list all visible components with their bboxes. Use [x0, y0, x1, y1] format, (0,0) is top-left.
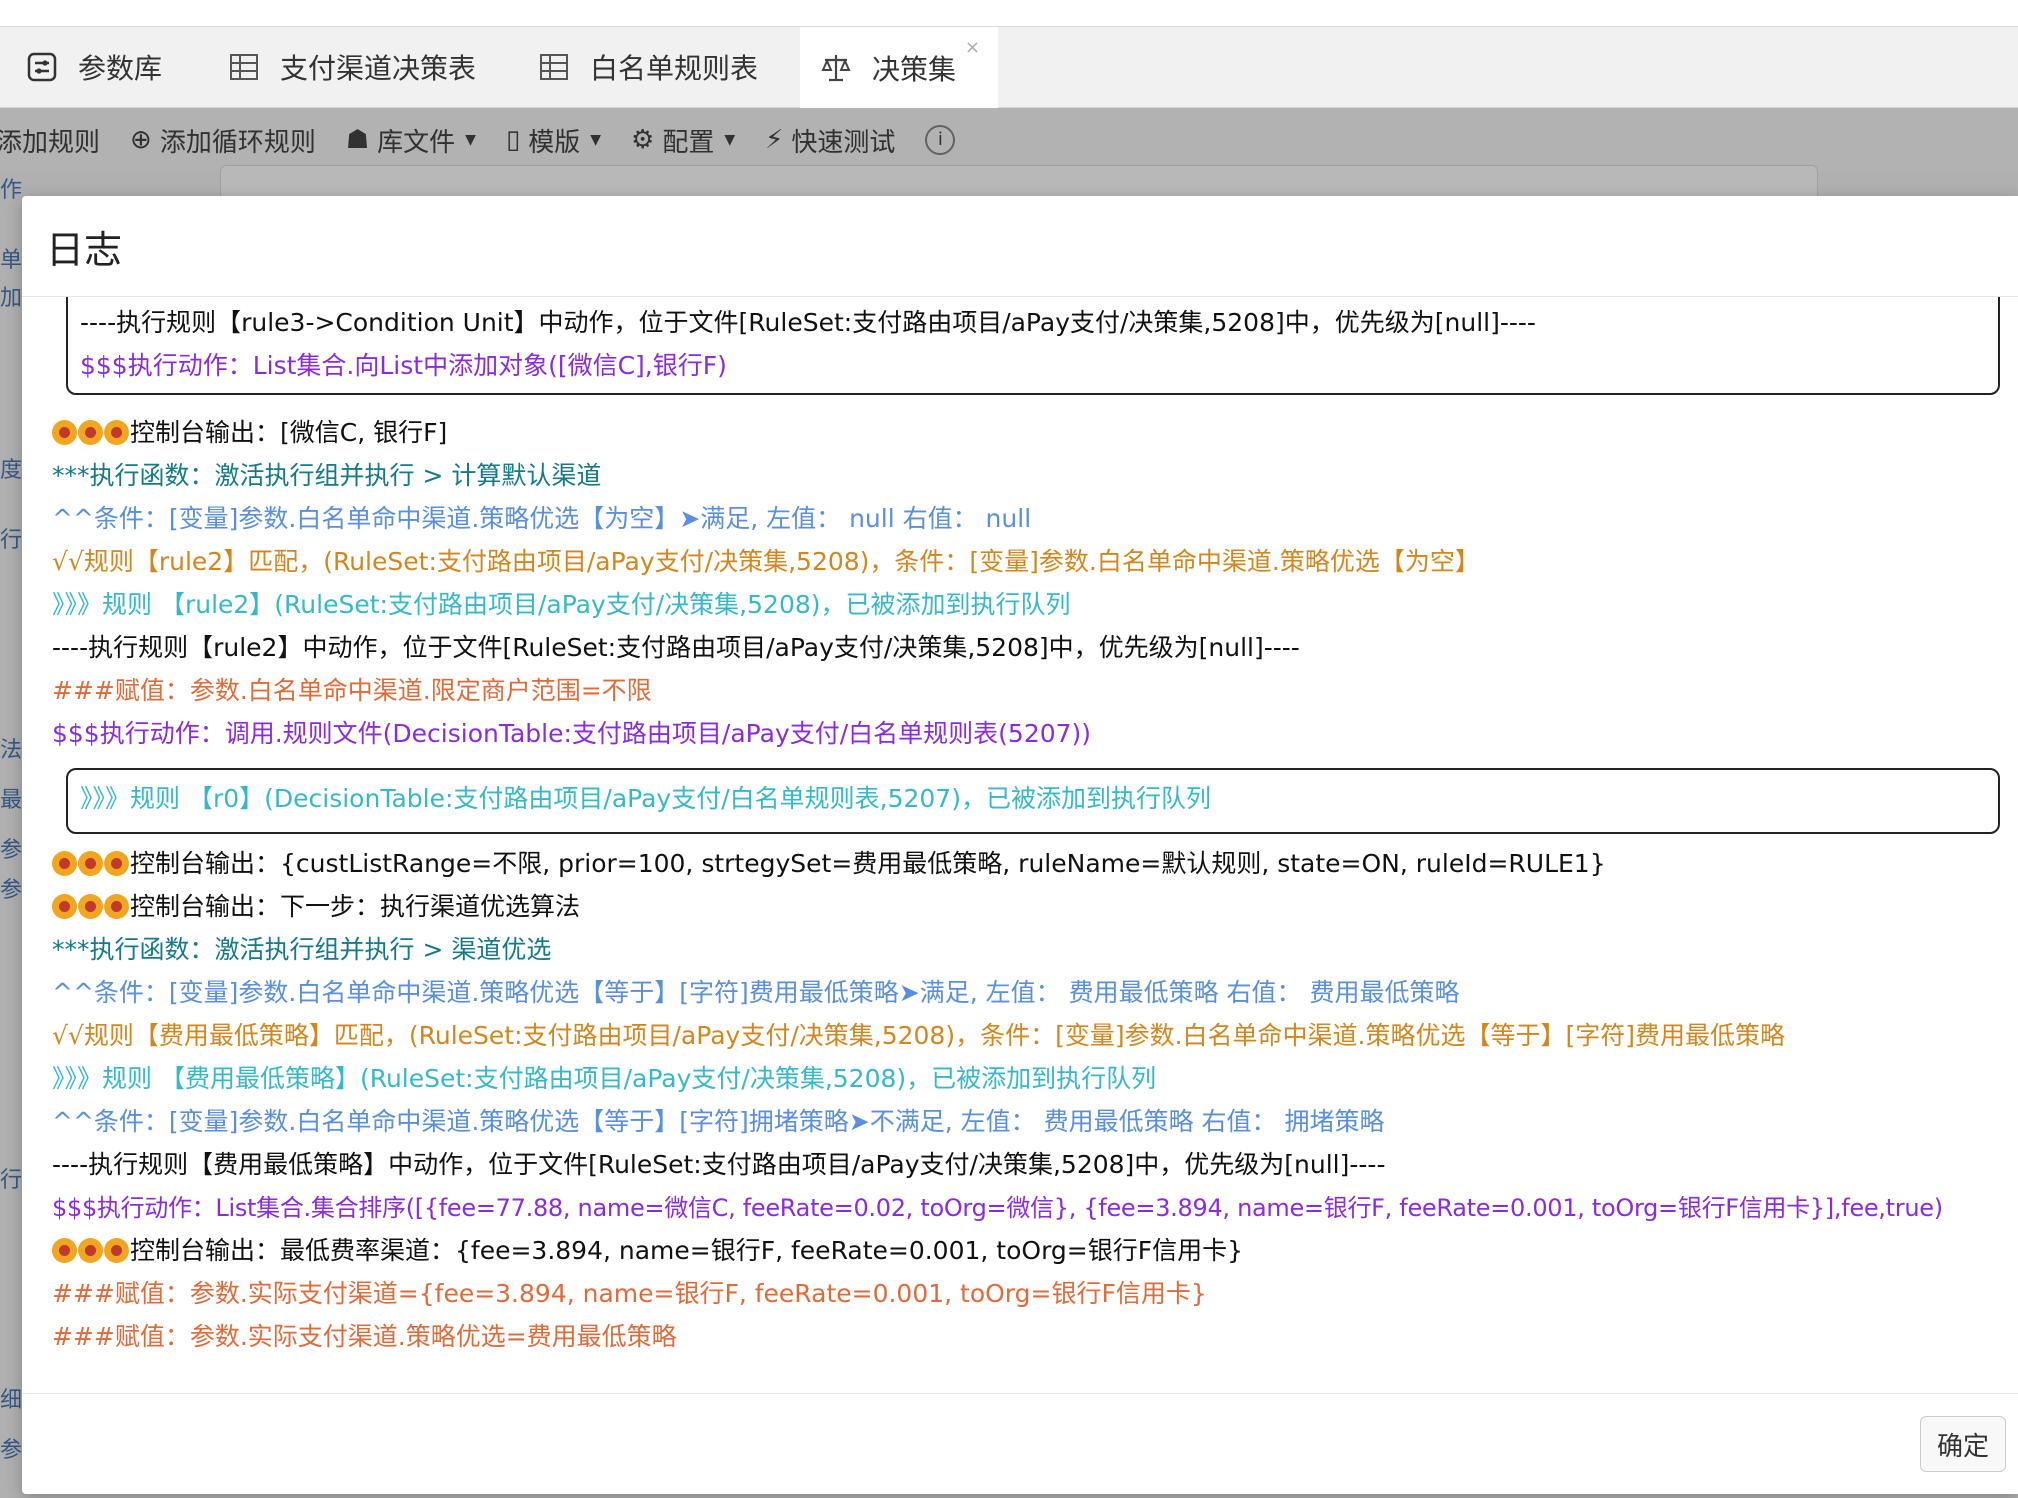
alert-emoji-icon: [78, 894, 103, 919]
alert-emoji-icon: [104, 894, 129, 919]
alert-emoji-icon: [104, 851, 129, 876]
close-icon[interactable]: ×: [965, 37, 980, 58]
scale-icon: [820, 52, 852, 84]
log-line: ^^条件：[变量]参数.白名单命中渠道.策略优选【为空】➤满足, 左值： nul…: [52, 504, 1032, 533]
alert-emoji-icon: [104, 1238, 129, 1263]
log-line: ----执行规则【rule2】中动作，位于文件[RuleSet:支付路由项目/a…: [52, 633, 1300, 662]
table-icon: [228, 51, 260, 83]
ok-button[interactable]: 确定: [1920, 1416, 2006, 1472]
log-body[interactable]: ----执行规则【rule3->Condition Unit】中动作，位于文件[…: [22, 297, 2018, 1393]
dialog-title: 日志: [46, 227, 123, 272]
log-line: ###赋值：参数.白名单命中渠道.限定商户范围=不限: [52, 676, 652, 705]
log-line: √√规则【费用最低策略】匹配，(RuleSet:支付路由项目/aPay支付/决策…: [52, 1021, 1785, 1050]
table-icon: [538, 51, 570, 83]
top-header: [0, 0, 2018, 27]
log-text: 控制台输出：最低费率渠道：{fee=3.894, name=银行F, feeRa…: [130, 1236, 1244, 1265]
tab-payment-decision-table[interactable]: 支付渠道决策表: [228, 27, 488, 107]
log-line: ***执行函数：激活执行组并执行 > 计算默认渠道: [52, 461, 602, 490]
log-line: ###赋值：参数.实际支付渠道.策略优选=费用最低策略: [52, 1322, 677, 1351]
log-line: 》》》规则 【rule2】(RuleSet:支付路由项目/aPay支付/决策集,…: [52, 590, 1071, 619]
log-dialog: 日志 ----执行规则【rule3->Condition Unit】中动作，位于…: [22, 196, 2018, 1494]
alert-emoji-icon: [52, 1238, 77, 1263]
log-line: ----执行规则【rule3->Condition Unit】中动作，位于文件[…: [80, 308, 1536, 337]
log-line: $$$执行动作：List集合.集合排序([{fee=77.88, name=微信…: [52, 1194, 1943, 1222]
tab-decision-set[interactable]: 决策集 ×: [800, 27, 998, 108]
log-text: 控制台输出：下一步：执行渠道优选算法: [130, 892, 581, 921]
alert-emoji-icon: [52, 894, 77, 919]
alert-emoji-icon: [78, 1238, 103, 1263]
log-text: 控制台输出：{custListRange=不限, prior=100, strt…: [130, 849, 1606, 878]
alert-emoji-icon: [78, 851, 103, 876]
alert-emoji-icon: [104, 420, 129, 445]
tab-label: 白名单规则表: [590, 52, 759, 85]
dialog-footer: 确定: [22, 1393, 2018, 1494]
log-line: ^^条件：[变量]参数.白名单命中渠道.策略优选【等于】[字符]费用最低策略➤满…: [52, 978, 1460, 1007]
log-line: ***执行函数：激活执行组并执行 > 渠道优选: [52, 935, 552, 964]
tab-label: 参数库: [78, 52, 163, 85]
log-line: 控制台输出：下一步：执行渠道优选算法: [52, 889, 580, 925]
tab-whitelist-rule-table[interactable]: 白名单规则表: [538, 27, 778, 107]
log-line: ###赋值：参数.实际支付渠道={fee=3.894, name=银行F, fe…: [52, 1279, 1207, 1308]
dialog-header: 日志: [22, 196, 2018, 297]
log-line: ----执行规则【费用最低策略】中动作，位于文件[RuleSet:支付路由项目/…: [52, 1150, 1386, 1179]
tab-bar: 参数库 支付渠道决策表 白名单规则表 决策集 ×: [0, 27, 2018, 108]
log-line: ^^条件：[变量]参数.白名单命中渠道.策略优选【等于】[字符]拥堵策略➤不满足…: [52, 1107, 1385, 1136]
log-line: 控制台输出：最低费率渠道：{fee=3.894, name=银行F, feeRa…: [52, 1233, 1243, 1269]
log-line: √√规则【rule2】匹配，(RuleSet:支付路由项目/aPay支付/决策集…: [52, 547, 1480, 576]
tab-label: 决策集: [872, 52, 957, 86]
log-line: $$$执行动作：调用.规则文件(DecisionTable:支付路由项目/aPa…: [52, 719, 1092, 748]
log-line: 》》》规则 【r0】(DecisionTable:支付路由项目/aPay支付/白…: [80, 784, 1211, 813]
tab-label: 支付渠道决策表: [280, 52, 477, 85]
log-line: 》》》规则 【费用最低策略】(RuleSet:支付路由项目/aPay支付/决策集…: [52, 1064, 1157, 1093]
alert-emoji-icon: [52, 851, 77, 876]
log-line: 控制台输出：[微信C, 银行F]: [52, 415, 447, 451]
alert-emoji-icon: [78, 420, 103, 445]
tab-params[interactable]: 参数库: [26, 27, 186, 107]
alert-emoji-icon: [52, 420, 77, 445]
log-line: 控制台输出：{custListRange=不限, prior=100, strt…: [52, 846, 1606, 882]
log-text: 控制台输出：[微信C, 银行F]: [130, 418, 448, 447]
sliders-icon: [26, 51, 58, 83]
log-line: $$$执行动作：List集合.向List中添加对象([微信C],银行F): [80, 351, 727, 380]
